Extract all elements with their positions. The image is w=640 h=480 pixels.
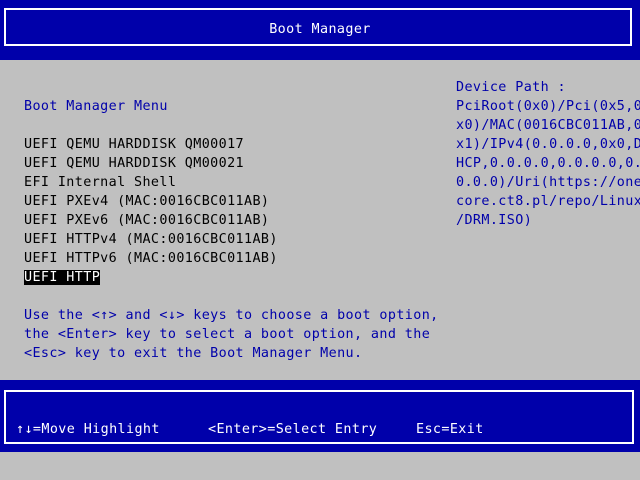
boot-option-label: UEFI QEMU HARDDISK QM00021	[24, 156, 245, 171]
menu-title: Boot Manager Menu	[24, 99, 168, 114]
help-line: <Esc> key to exit the Boot Manager Menu.	[24, 346, 363, 361]
page-title: Boot Manager	[269, 22, 371, 37]
boot-option-httpv6[interactable]: UEFI HTTPv6 (MAC:0016CBC011AB)	[24, 249, 278, 268]
footer-move-highlight-hint: ↑↓=Move Highlight	[16, 422, 160, 437]
help-line: the <Enter> key to select a boot option,…	[24, 327, 431, 342]
boot-option-httpv4[interactable]: UEFI HTTPv4 (MAC:0016CBC011AB)	[24, 230, 278, 249]
bottom-band	[0, 452, 640, 480]
boot-option-pxev6[interactable]: UEFI PXEv6 (MAC:0016CBC011AB)	[24, 211, 278, 230]
device-path-line: 0.0.0)/Uri(https://one	[456, 175, 640, 190]
boot-option-label: EFI Internal Shell	[24, 175, 177, 190]
device-path-line: core.ct8.pl/repo/Linux	[456, 194, 640, 209]
boot-option-qemu-harddisk-qm00021[interactable]: UEFI QEMU HARDDISK QM00021	[24, 154, 278, 173]
help-line: Use the <↑> and <↓> keys to choose a boo…	[24, 308, 439, 323]
boot-option-label: UEFI HTTP	[24, 270, 101, 285]
device-path-line: /DRM.ISO)	[456, 213, 533, 228]
boot-option-qemu-harddisk-qm00017[interactable]: UEFI QEMU HARDDISK QM00017	[24, 135, 278, 154]
boot-option-efi-internal-shell[interactable]: EFI Internal Shell	[24, 173, 278, 192]
boot-option-label: UEFI PXEv6 (MAC:0016CBC011AB)	[24, 213, 270, 228]
device-path-line: x1)/IPv4(0.0.0.0,0x0,D	[456, 137, 640, 152]
boot-option-label: UEFI HTTPv6 (MAC:0016CBC011AB)	[24, 251, 278, 266]
footer-exit-hint: Esc=Exit	[416, 422, 484, 437]
footer-bar: ↑↓=Move Highlight <Enter>=Select Entry E…	[0, 380, 640, 452]
device-path-title: Device Path :	[456, 80, 567, 95]
boot-option-label: UEFI HTTPv4 (MAC:0016CBC011AB)	[24, 232, 278, 247]
device-path-line: x0)/MAC(0016CBC011AB,0	[456, 118, 640, 133]
footer-select-entry-hint: <Enter>=Select Entry	[208, 422, 378, 437]
header-bar: Boot Manager	[0, 0, 640, 60]
boot-option-pxev4[interactable]: UEFI PXEv4 (MAC:0016CBC011AB)	[24, 192, 278, 211]
help-text: Use the <↑> and <↓> keys to choose a boo…	[24, 306, 439, 363]
boot-option-label: UEFI QEMU HARDDISK QM00017	[24, 137, 245, 152]
device-path-line: HCP,0.0.0.0,0.0.0.0,0.	[456, 156, 640, 171]
device-path-line: PciRoot(0x0)/Pci(0x5,0	[456, 99, 640, 114]
boot-option-list: UEFI QEMU HARDDISK QM00017 UEFI QEMU HAR…	[24, 135, 278, 287]
boot-option-label: UEFI PXEv4 (MAC:0016CBC011AB)	[24, 194, 270, 209]
boot-option-http[interactable]: UEFI HTTP	[24, 268, 278, 287]
device-path-panel: Device Path : PciRoot(0x0)/Pci(0x5,0 x0)…	[456, 78, 640, 230]
